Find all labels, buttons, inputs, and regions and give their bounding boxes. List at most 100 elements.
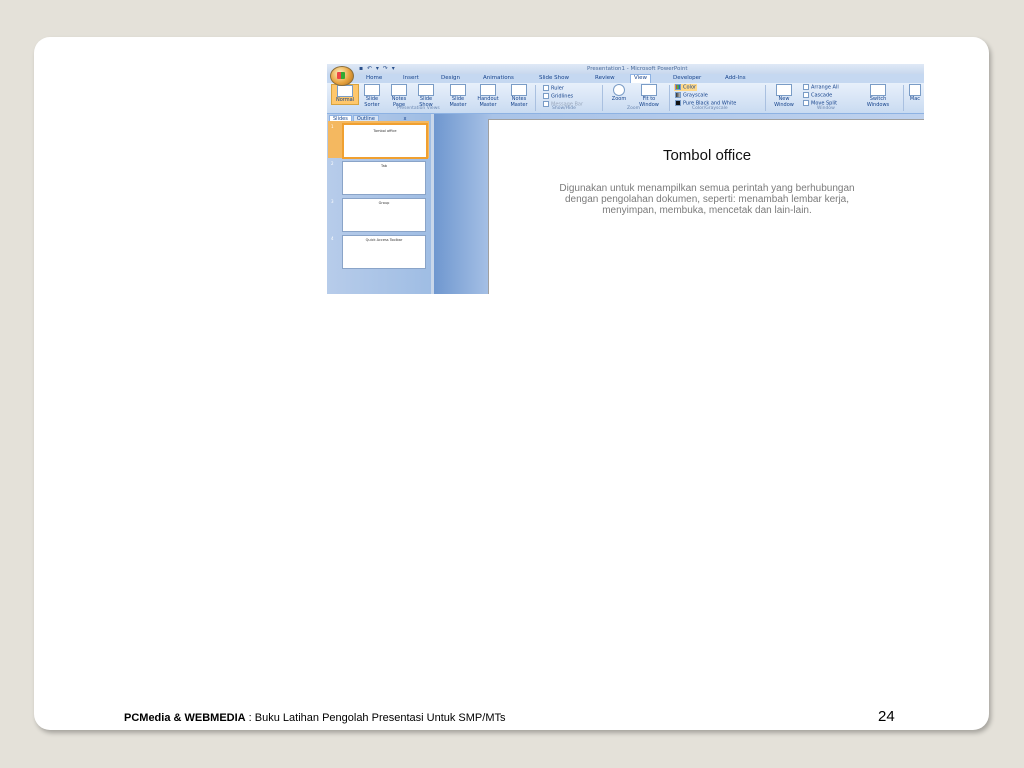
group-separator (602, 85, 603, 111)
magnifier-icon (613, 84, 625, 96)
thumb-title: Tab (381, 164, 387, 168)
slide-number: 3 (331, 199, 334, 204)
grayscale-label: Grayscale (683, 92, 708, 99)
slide-thumbnail-2[interactable]: Tab (342, 161, 426, 195)
thumb-title: Quick Access Toolbar (365, 238, 403, 242)
move-split-icon (803, 100, 809, 106)
footer-brand: PCMedia & WEBMEDIA (124, 712, 246, 724)
gridlines-checkbox[interactable]: Gridlines (543, 93, 573, 100)
gridlines-label: Gridlines (551, 93, 574, 100)
slide-master-icon (450, 84, 466, 96)
macros-label: Mac (909, 96, 921, 102)
group-label-presentation-views: Presentation Views (397, 106, 440, 111)
handout-master-button[interactable]: Handout Master (473, 84, 503, 108)
new-window-icon (776, 84, 792, 96)
page-footer: PCMedia & WEBMEDIA : Buku Latihan Pengol… (124, 712, 505, 724)
macros-button[interactable]: Mac (907, 84, 923, 103)
group-separator (765, 85, 766, 111)
fit-window-icon (641, 84, 657, 96)
normal-view-label: Normal (335, 97, 355, 103)
tab-slide-show[interactable]: Slide Show (539, 75, 569, 81)
office-logo-icon (337, 72, 345, 79)
tab-add-ins[interactable]: Add-Ins (725, 75, 746, 81)
group-label-zoom: Zoom (627, 106, 640, 111)
switch-windows-button[interactable]: Switch Windows (860, 84, 896, 108)
checkbox-icon (543, 93, 549, 99)
slide-sorter-icon (364, 84, 380, 96)
color-swatch-icon (675, 84, 681, 90)
zoom-label: Zoom (611, 96, 627, 102)
arrange-all-icon (803, 84, 809, 90)
tab-review[interactable]: Review (595, 75, 615, 81)
zoom-button[interactable]: Zoom (608, 84, 630, 103)
group-separator (669, 85, 670, 111)
tab-developer[interactable]: Developer (673, 75, 701, 81)
cascade-icon (803, 92, 809, 98)
slide-number: 1 (331, 124, 334, 129)
group-label-show-hide: Show/Hide (552, 106, 576, 111)
tab-animations[interactable]: Animations (483, 75, 514, 81)
slide-title[interactable]: Tombol office (489, 147, 924, 164)
checkbox-icon (543, 101, 549, 107)
slide-thumbnail-1[interactable]: Tombol office (342, 123, 428, 159)
switch-windows-icon (870, 84, 886, 96)
thumb-title: Group (378, 201, 390, 205)
slide-show-icon (418, 84, 434, 96)
tab-view[interactable]: View (630, 74, 652, 83)
new-window-label: New Window (774, 96, 794, 108)
slide-number: 4 (331, 236, 334, 241)
arrange-all-button[interactable]: Arrange All (803, 84, 839, 91)
slide-sorter-label: Slide Sorter (364, 96, 380, 108)
black-white-swatch-icon (675, 100, 681, 106)
normal-view-button[interactable]: Normal (331, 84, 359, 105)
fit-to-window-button[interactable]: Fit to Window (634, 84, 664, 108)
slide-thumbnail-4[interactable]: Quick Access Toolbar (342, 235, 426, 269)
slide-number: 2 (331, 161, 334, 166)
checkbox-icon (543, 85, 549, 91)
cascade-button[interactable]: Cascade (803, 92, 832, 99)
group-separator (535, 85, 536, 111)
page-number: 24 (878, 708, 895, 725)
new-window-button[interactable]: New Window (769, 84, 799, 108)
thumb-title: Tombol office (373, 129, 397, 133)
normal-view-icon (337, 85, 353, 97)
slide-master-label: Slide Master (449, 96, 467, 108)
title-bar: ▪ ↶ ▾ ↷ ▾ Presentation1 - Microsoft Powe… (327, 64, 924, 74)
tab-home[interactable]: Home (366, 75, 382, 81)
group-label-color-grayscale: Color/Grayscale (692, 106, 728, 111)
ruler-checkbox[interactable]: Ruler (543, 85, 564, 92)
notes-master-label: Notes Master (510, 96, 528, 108)
slide-master-button[interactable]: Slide Master (446, 84, 470, 108)
notes-master-icon (511, 84, 527, 96)
cascade-label: Cascade (811, 92, 833, 99)
grayscale-option[interactable]: Grayscale (675, 92, 708, 99)
slide-thumbnail-3[interactable]: Group (342, 198, 426, 232)
notes-page-button[interactable]: Notes Page (387, 84, 411, 108)
grayscale-swatch-icon (675, 92, 681, 98)
office-button[interactable] (330, 66, 354, 86)
quick-access-toolbar[interactable]: ▪ ↶ ▾ ↷ ▾ (359, 65, 396, 72)
fit-to-window-label: Fit to Window (639, 96, 659, 108)
ruler-label: Ruler (551, 85, 564, 92)
notes-page-icon (391, 84, 407, 96)
slide-sorter-button[interactable]: Slide Sorter (360, 84, 384, 108)
tab-design[interactable]: Design (441, 75, 460, 81)
window-title: Presentation1 - Microsoft PowerPoint (587, 66, 688, 72)
ribbon-tabs: Home Insert Design Animations Slide Show… (327, 74, 924, 83)
tab-insert[interactable]: Insert (403, 75, 419, 81)
macros-icon (909, 84, 921, 96)
current-slide[interactable]: Tombol office Digunakan untuk menampilka… (488, 119, 924, 294)
ribbon: Normal Slide Sorter Notes Page Slide Sho… (327, 83, 924, 114)
handout-master-label: Handout Master (477, 96, 499, 108)
powerpoint-screenshot: ▪ ↶ ▾ ↷ ▾ Presentation1 - Microsoft Powe… (327, 64, 924, 294)
footer-text: : Buku Latihan Pengolah Presentasi Untuk… (245, 712, 506, 724)
slide-body-text[interactable]: Digunakan untuk menampilkan semua perint… (549, 183, 865, 216)
color-label: Color (683, 84, 697, 91)
group-label-window: Window (817, 106, 835, 111)
group-separator (903, 85, 904, 111)
notes-master-button[interactable]: Notes Master (506, 84, 532, 108)
handout-master-icon (480, 84, 496, 96)
color-option[interactable]: Color (674, 84, 698, 91)
arrange-all-label: Arrange All (811, 84, 839, 91)
slide-show-button[interactable]: Slide Show (414, 84, 438, 108)
